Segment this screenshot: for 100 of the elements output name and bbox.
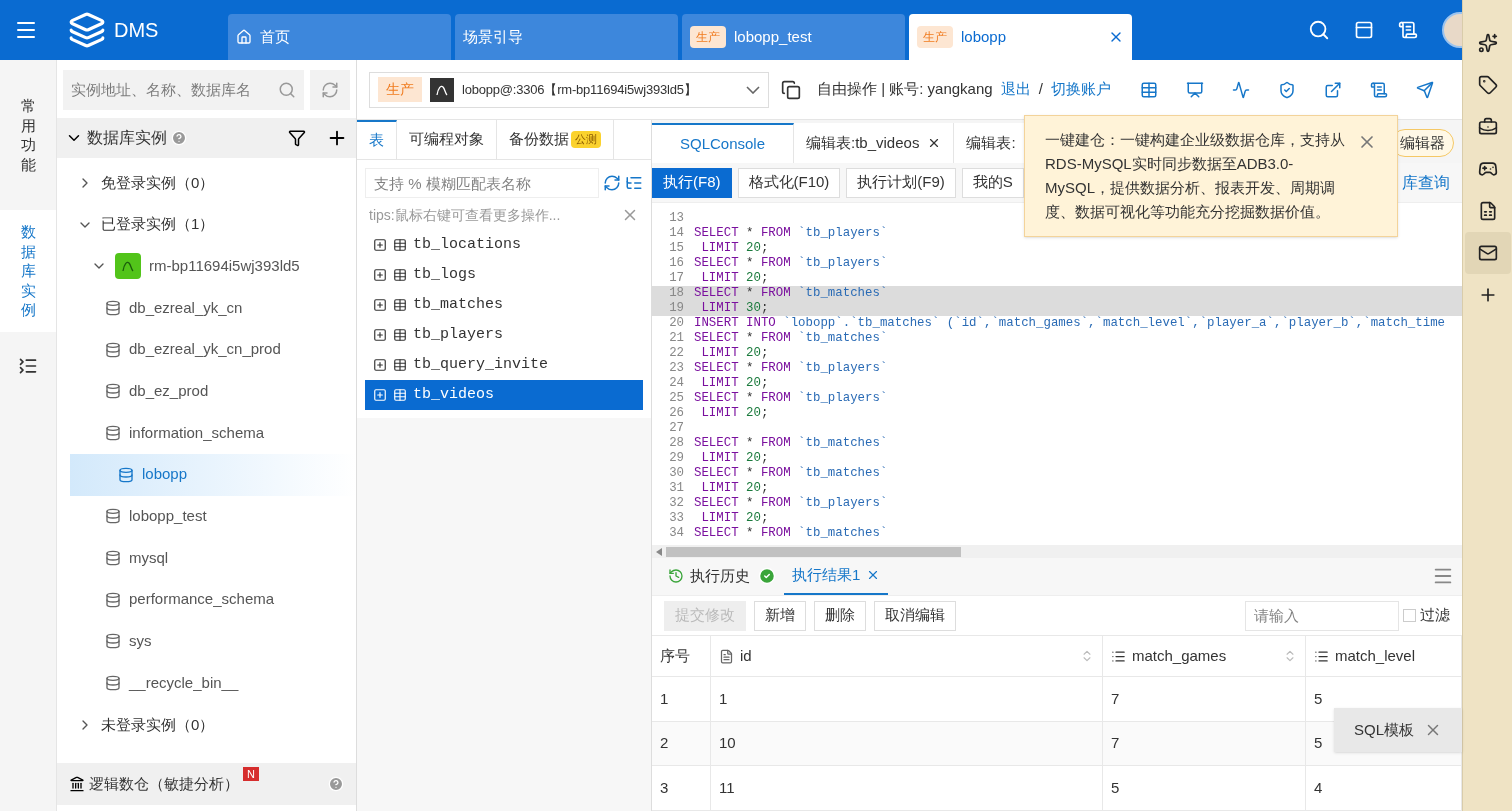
toolbar-button[interactable]: 执行(F8) — [652, 167, 732, 198]
tab-label: lobopp — [961, 26, 1008, 47]
export-icon[interactable] — [1324, 80, 1342, 99]
search-input[interactable]: 实例地址、名称、数据库名 — [71, 78, 278, 102]
scrollbar-thumb[interactable] — [666, 546, 961, 557]
table-name: tb_videos — [413, 384, 494, 405]
code-line: LIMIT 20; — [700, 271, 769, 286]
table-list-item[interactable]: tb_matches — [365, 290, 643, 320]
refresh-icon[interactable] — [603, 174, 621, 192]
search-field[interactable]: 实例地址、名称、数据库名 — [63, 70, 304, 110]
table-icon — [393, 268, 407, 282]
list-icon[interactable] — [625, 174, 643, 192]
column-header[interactable]: id — [711, 636, 1103, 677]
toolbar-button[interactable]: 执行计划(F9) — [846, 167, 956, 198]
link-separator: / — [1038, 79, 1043, 100]
tree-item[interactable]: lobopp_test — [57, 495, 356, 538]
filter-icon[interactable] — [288, 129, 306, 147]
table-icon[interactable] — [1140, 80, 1158, 99]
tree-item[interactable]: 未登录实例（0） — [57, 703, 356, 746]
document-icon[interactable] — [1370, 80, 1388, 99]
tree-item[interactable]: information_schema — [57, 412, 356, 454]
tree-item[interactable]: 免登录实例（0） — [57, 162, 356, 204]
table-list-item[interactable]: tb_players — [365, 320, 643, 350]
header-tab[interactable]: 首页 — [228, 14, 451, 60]
object-tab[interactable]: 表 — [357, 120, 397, 159]
expand-icon[interactable] — [373, 358, 387, 372]
table-list-item[interactable]: tb_locations — [365, 230, 643, 260]
filter-field[interactable]: 请输入 — [1245, 600, 1399, 631]
tree-item[interactable]: db_ezreal_yk_cn — [57, 287, 356, 329]
tips-text: tips:鼠标右键可查看更多操作... — [369, 205, 562, 225]
list-icon — [1111, 648, 1126, 664]
filter-checkbox[interactable] — [1403, 609, 1416, 623]
nav-item[interactable]: 数据库实例 — [0, 210, 56, 332]
line-number: 16 — [668, 255, 685, 272]
shield-icon[interactable] — [1278, 80, 1296, 99]
search-icon[interactable] — [278, 81, 296, 99]
result-tab[interactable]: 执行结果1 — [784, 558, 889, 595]
send-icon[interactable] — [1416, 80, 1434, 99]
toolbar-button[interactable]: 我的S — [961, 167, 1024, 198]
column-header[interactable]: match_games — [1103, 636, 1306, 677]
header-tab[interactable]: 生产 lobopp_test — [682, 14, 905, 60]
toolbar-button[interactable]: 格式化(F10) — [737, 167, 841, 198]
line-number: 22 — [668, 345, 685, 362]
monitor-icon[interactable] — [1232, 80, 1250, 99]
collapse-icon[interactable] — [18, 355, 38, 376]
sql-template-popup[interactable]: SQL模板 — [1334, 708, 1462, 752]
expand-icon[interactable] — [373, 328, 387, 342]
mail-icon[interactable] — [1464, 232, 1511, 274]
editor-tab[interactable]: SQLConsole — [652, 123, 794, 163]
cross-db-query-link[interactable]: 库查询 — [1402, 170, 1462, 195]
task-icon[interactable] — [1398, 20, 1418, 40]
object-tab[interactable]: 可编程对象 — [397, 120, 497, 159]
column-header[interactable]: 序号 — [652, 636, 711, 677]
result-button[interactable]: 取消编辑 — [874, 600, 956, 631]
tree-item[interactable]: sys — [57, 620, 356, 663]
object-tab[interactable]: 备份数据 公测 — [497, 120, 614, 159]
header-tab[interactable]: 场景引导 — [455, 14, 678, 60]
database-icon — [105, 383, 121, 400]
chart-board-icon[interactable] — [1186, 80, 1204, 99]
tree-item[interactable]: db_ez_prod — [57, 370, 356, 413]
tree-label: lobopp_test — [129, 506, 207, 527]
tree-item[interactable]: performance_schema — [57, 578, 356, 621]
table-cell: 5 — [1103, 766, 1306, 810]
instance-name: lobopp@:3306【rm-bp11694i5wj393ld5】 — [462, 80, 698, 99]
table-icon — [393, 238, 407, 252]
scroll-left-icon[interactable] — [656, 547, 662, 556]
footer-bar[interactable]: 逻辑数仓（敏捷分析） N — [57, 763, 356, 805]
refresh-button[interactable] — [310, 70, 350, 110]
table-list-item[interactable]: tb_query_invite — [365, 350, 643, 380]
tree-item[interactable]: __recycle_bin__ — [57, 662, 356, 704]
tree-item[interactable]: 已登录实例（1） — [57, 203, 356, 246]
logout-link[interactable]: 退出 — [1000, 78, 1031, 101]
table-cell: 7 — [1103, 677, 1306, 721]
tree-item[interactable]: mysql — [57, 537, 356, 579]
editor-tab[interactable]: 编辑表:tb_videos — [794, 123, 955, 163]
expand-icon[interactable] — [373, 298, 387, 312]
switch-account-link[interactable]: 切换账户 — [1050, 78, 1111, 101]
expand-icon[interactable] — [373, 268, 387, 282]
nav-item[interactable]: 常用功能 — [0, 84, 56, 186]
tree-item[interactable]: db_ezreal_yk_cn_prod — [57, 328, 356, 371]
help-icon[interactable] — [328, 776, 344, 792]
result-tab[interactable]: 执行历史 — [660, 558, 758, 595]
expand-icon[interactable] — [373, 238, 387, 252]
copy-icon[interactable] — [781, 79, 801, 100]
warehouse-icon — [69, 776, 85, 792]
notification-icon[interactable] — [1354, 20, 1374, 40]
table-list-item[interactable]: tb_videos — [365, 380, 643, 410]
database-icon — [105, 675, 121, 692]
table-search-field[interactable]: 支持 % 模糊匹配表名称 — [365, 168, 599, 198]
result-button[interactable]: 删除 — [814, 600, 866, 631]
table-list-item[interactable]: tb_logs — [365, 260, 643, 290]
help-icon[interactable] — [171, 130, 187, 146]
instance-select[interactable]: 生产 lobopp@:3306【rm-bp11694i5wj393ld5】 — [369, 71, 769, 108]
result-button[interactable]: 新增 — [754, 600, 806, 631]
code-line: SELECT * FROM `tb_players` — [693, 256, 888, 271]
header-tab[interactable]: 生产 lobopp — [909, 14, 1132, 60]
tree-item[interactable]: rm-bp11694i5wj393ld5 — [57, 245, 356, 288]
line-number: 13 — [668, 210, 685, 227]
search-icon[interactable] — [1308, 19, 1330, 41]
database-icon — [105, 508, 121, 525]
